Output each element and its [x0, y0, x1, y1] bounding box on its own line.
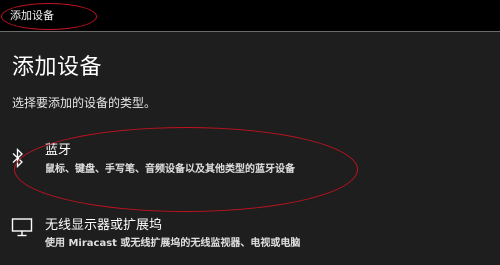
bluetooth-option-title: 蓝牙: [45, 143, 72, 158]
bluetooth-option-description: 鼠标、键盘、手写笔、音频设备以及其他类型的蓝牙设备: [45, 164, 295, 175]
title-highlight-ellipse: [1, 3, 97, 30]
wireless-display-option[interactable]: 无线显示器或扩展坞 使用 Miracast 或无线扩展坞的无线监视器、电视或电脑: [0, 210, 500, 260]
wireless-display-option-description: 使用 Miracast 或无线扩展坞的无线监视器、电视或电脑: [45, 238, 301, 249]
content-area: 添加设备 选择要添加的设备的类型。 蓝牙 鼠标、键盘、手写笔、音频设备以及其他类…: [0, 32, 500, 265]
title-bar[interactable]: 添加设备: [0, 0, 500, 32]
page-title: 添加设备: [12, 55, 103, 80]
monitor-icon: [11, 216, 33, 238]
instruction-text: 选择要添加的设备的类型。: [12, 96, 157, 110]
bluetooth-option[interactable]: 蓝牙 鼠标、键盘、手写笔、音频设备以及其他类型的蓝牙设备: [0, 134, 500, 194]
add-device-window: 添加设备 添加设备 选择要添加的设备的类型。 蓝牙 鼠标、键盘、手写笔、音频设备…: [0, 0, 500, 265]
wireless-display-option-title: 无线显示器或扩展坞: [45, 218, 163, 233]
bluetooth-icon: [11, 147, 25, 169]
